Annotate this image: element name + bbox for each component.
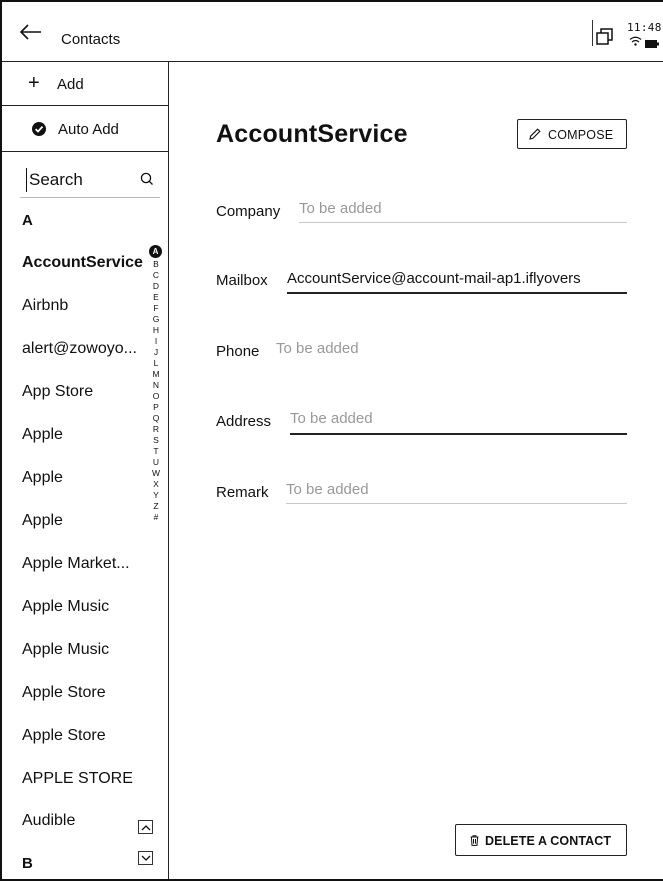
compose-button[interactable]: COMPOSE [517,119,627,149]
chevron-up-icon [141,825,151,831]
alpha-letter[interactable]: F [146,303,166,313]
company-underline [299,222,627,223]
alpha-letter[interactable]: R [146,424,166,434]
delete-contact-button[interactable]: DELETE A CONTACT [455,824,627,856]
scroll-up-button[interactable] [138,820,153,834]
company-value[interactable]: To be added [299,200,382,217]
alpha-letter[interactable]: O [146,391,166,401]
list-item[interactable]: alert@zowoyo... [22,340,137,358]
contact-name: AccountService [216,120,408,148]
list-item[interactable]: Apple Store [22,727,106,745]
alpha-letter[interactable]: S [146,435,166,445]
alpha-letter[interactable]: G [146,314,166,324]
company-label: Company [216,203,281,220]
alpha-letter[interactable]: P [146,402,166,412]
list-item[interactable]: Apple [22,469,63,487]
delete-label: DELETE A CONTACT [485,834,612,848]
plus-icon: + [28,72,40,94]
alpha-letter[interactable]: U [146,457,166,467]
section-header-b: B [22,855,33,872]
auto-add-label: Auto Add [58,121,119,138]
list-item[interactable]: APPLE STORE [22,770,133,788]
alpha-letter[interactable]: L [146,358,166,368]
address-underline [290,433,627,435]
search-input[interactable] [26,168,141,192]
alpha-letter[interactable]: W [146,468,166,478]
phone-label: Phone [216,343,260,360]
list-item[interactable]: Apple Market... [22,555,130,573]
alpha-letter[interactable]: T [146,446,166,456]
add-contact-button[interactable]: + Add [2,62,168,106]
trash-icon [470,835,479,846]
compose-label: COMPOSE [548,128,614,142]
search-underline [20,197,160,198]
list-item[interactable]: Apple Music [22,641,109,659]
clock: 11:48 [627,21,662,34]
alpha-letter[interactable]: I [146,336,166,346]
alpha-letter[interactable]: E [146,292,166,302]
pencil-icon [529,128,541,140]
list-item[interactable]: Apple Store [22,684,106,702]
search-icon[interactable] [140,172,154,186]
list-item[interactable]: Audible [22,812,75,830]
remark-value[interactable]: To be added [286,481,369,498]
alpha-letter[interactable]: M [146,369,166,379]
alpha-letter[interactable]: Q [146,413,166,423]
contacts-sidebar: + Add Auto Add A AccountService Airbnb a… [2,62,169,879]
arrow-left-icon[interactable] [20,24,42,40]
list-item[interactable]: Apple [22,512,63,530]
section-header-a: A [22,212,33,229]
scroll-down-button[interactable] [138,851,153,865]
add-label: Add [57,76,84,93]
list-item[interactable]: Apple Music [22,598,109,616]
alpha-letter[interactable]: D [146,281,166,291]
page-title: Contacts [61,31,121,48]
mailbox-label: Mailbox [216,272,268,289]
list-item[interactable]: AccountService [22,254,143,272]
alpha-letter[interactable]: # [146,512,166,522]
top-bar: Contacts 11:48 [2,2,663,62]
remark-label: Remark [216,484,269,501]
list-item[interactable]: Apple [22,426,63,444]
chevron-down-icon [141,855,151,861]
mailbox-value[interactable]: AccountService@account-mail-ap1.iflyover… [287,270,581,287]
auto-add-button[interactable]: Auto Add [2,106,168,152]
app-frame: Contacts 11:48 + Add Auto Add Search A A… [0,0,663,881]
address-label: Address [216,413,272,430]
phone-value[interactable]: To be added [276,340,359,357]
alpha-letter[interactable]: N [146,380,166,390]
alpha-letter[interactable]: X [146,479,166,489]
alpha-letter[interactable]: Z [146,501,166,511]
mailbox-underline [287,292,627,294]
alpha-letter[interactable]: C [146,270,166,280]
windows-icon[interactable] [596,28,613,45]
alpha-letter[interactable]: Y [146,490,166,500]
remark-underline [286,503,627,504]
alpha-letter[interactable]: J [146,347,166,357]
battery-icon [645,40,659,48]
list-item[interactable]: App Store [22,383,93,401]
check-circle-icon [32,122,46,136]
wifi-icon [629,36,642,46]
address-value[interactable]: To be added [290,410,373,427]
alpha-letter-active[interactable]: A [149,245,162,258]
contact-detail: AccountService COMPOSE Company To be add… [170,62,663,879]
list-item[interactable]: Airbnb [22,297,68,315]
alpha-letter[interactable]: B [146,259,166,269]
alpha-letter[interactable]: H [146,325,166,335]
divider [592,20,593,46]
